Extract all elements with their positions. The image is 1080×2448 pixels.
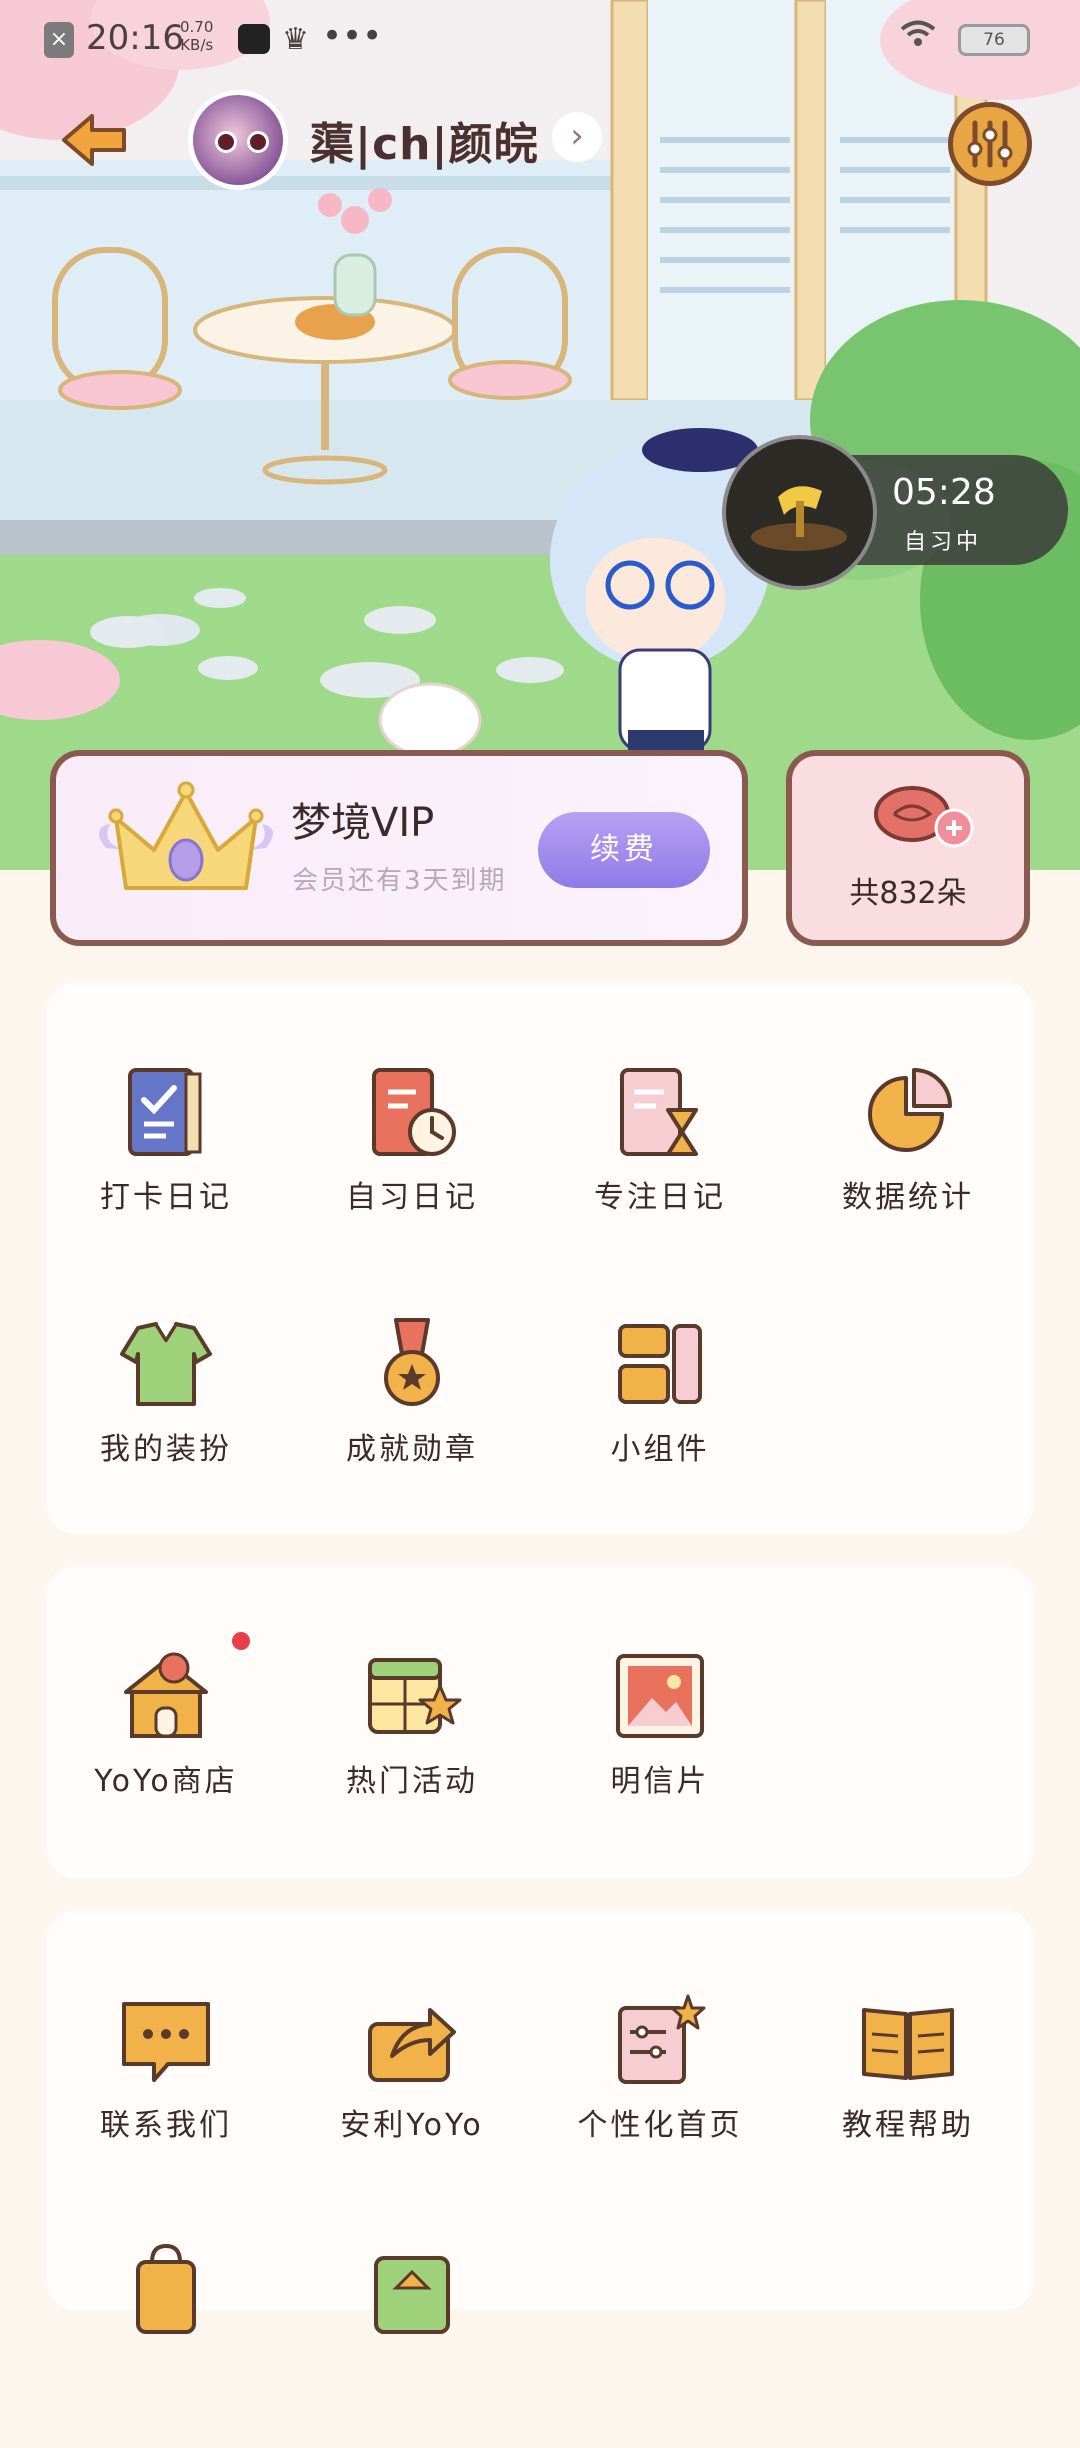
menu-item-label: 数据统计: [842, 1180, 974, 1215]
flower-add-icon: [874, 786, 974, 848]
vip-card[interactable]: 梦境VIP 会员还有3天到期 续费: [50, 750, 748, 946]
flower-count-card[interactable]: 共832朵: [786, 750, 1030, 946]
menu-item-label: 安利YoYo: [340, 2108, 484, 2143]
support-card: 联系我们 安利YoYo 个性化首页 教程帮助: [46, 1910, 1034, 2334]
medal-icon: [384, 1318, 440, 1406]
menu-item-label: 小组件: [610, 1432, 710, 1467]
shop-card: YoYo商店 热门活动 明信片: [46, 1566, 1034, 1878]
network-speed-value: 0.70: [180, 18, 214, 36]
menu-item-achievements[interactable]: 成就勋章: [312, 1304, 512, 1524]
network-speed: 0.70 KB/s: [180, 18, 213, 54]
pie-chart-icon: [868, 1068, 952, 1152]
back-arrow-icon: [62, 114, 126, 166]
shop-icon: [124, 1652, 208, 1738]
focus-timer-status: 自习中: [904, 530, 983, 555]
hourglass-book-icon: [620, 1068, 698, 1156]
crown-icon: [98, 781, 274, 890]
customize-icon: [618, 1994, 706, 2084]
clock-book-icon: [372, 1068, 456, 1156]
menu-item-recommend-yoyo[interactable]: 安利YoYo: [312, 1980, 512, 2200]
menu-item-label: 明信片: [610, 1764, 710, 1799]
menu-item-label: 打卡日记: [100, 1180, 232, 1215]
network-speed-unit: KB/s: [180, 36, 214, 54]
more-notifications-icon: •••: [322, 16, 383, 56]
menu-item-focus-diary[interactable]: 专注日记: [560, 1052, 760, 1272]
menu-item-checkin-diary[interactable]: 打卡日记: [66, 1052, 266, 1272]
widget-icon: [618, 1324, 702, 1404]
menu-item-contact-us[interactable]: 联系我们: [66, 1980, 266, 2200]
menu-item-my-outfit[interactable]: 我的装扮: [66, 1304, 266, 1524]
focus-timer-icon: [722, 435, 877, 590]
crown-icon: ♛: [282, 22, 309, 57]
menu-item-label: 我的装扮: [100, 1432, 232, 1467]
renew-button[interactable]: 续费: [538, 812, 710, 888]
vip-title: 梦境VIP: [291, 800, 435, 846]
wifi-icon: [900, 20, 936, 55]
avatar[interactable]: [188, 90, 288, 190]
home-upload-icon: [374, 2256, 450, 2334]
menu-item-widgets[interactable]: 小组件: [560, 1304, 760, 1524]
menu-item-customize-home[interactable]: 个性化首页: [560, 1980, 760, 2200]
menu-item-partial-2[interactable]: [312, 2228, 512, 2448]
menu-item-label: 专注日记: [594, 1180, 726, 1215]
chevron-right-icon[interactable]: ›: [552, 112, 602, 162]
notification-close-icon: ×: [44, 22, 74, 58]
avatar-eye-left: [215, 131, 237, 153]
new-badge-dot: [232, 1632, 250, 1650]
menu-item-statistics[interactable]: 数据统计: [808, 1052, 1008, 1272]
menu-item-partial-1[interactable]: [66, 2228, 266, 2448]
back-button[interactable]: [60, 112, 130, 168]
menu-item-label: 教程帮助: [842, 2108, 974, 2143]
menu-item-postcards[interactable]: 明信片: [560, 1636, 760, 1856]
vip-expiry-text: 会员还有3天到期: [292, 866, 507, 896]
menu-item-study-diary[interactable]: 自习日记: [312, 1052, 512, 1272]
status-bar: × 20:16 0.70 KB/s ♛ ••• 76: [0, 0, 1080, 80]
focus-timer-time: 05:28: [892, 472, 996, 513]
share-icon: [368, 2008, 456, 2082]
open-book-icon: [862, 2008, 954, 2080]
username[interactable]: 蕖|ch|颜皖: [310, 108, 539, 172]
sweater-icon: [120, 1322, 212, 1406]
battery-indicator: 76: [958, 24, 1030, 56]
flower-count: 共832朵: [849, 876, 967, 911]
menu-item-tutorial-help[interactable]: 教程帮助: [808, 1980, 1008, 2200]
menu-item-label: 自习日记: [346, 1180, 478, 1215]
calendar-star-icon: [368, 1658, 462, 1734]
menu-item-yoyo-shop[interactable]: YoYo商店: [66, 1632, 266, 1856]
postcard-icon: [616, 1654, 704, 1738]
bag-icon: [136, 2243, 196, 2334]
app-notification-icon: [238, 24, 270, 54]
menu-item-label: 个性化首页: [577, 2108, 743, 2143]
menu-item-label: 成就勋章: [346, 1432, 478, 1467]
menu-item-label: 热门活动: [346, 1764, 478, 1799]
menu-item-label: YoYo商店: [94, 1764, 238, 1799]
menu-item-hot-events[interactable]: 热门活动: [312, 1636, 512, 1856]
avatar-eye-right: [247, 131, 269, 153]
checklist-book-icon: [128, 1068, 202, 1156]
chat-bubble-icon: [122, 2002, 210, 2082]
menu-item-label: 联系我们: [100, 2108, 232, 2143]
features-card: 打卡日记 自习日记 专注日记 数据统计 我的装扮 成就勋章 小组件: [46, 982, 1034, 1534]
settings-button[interactable]: [948, 102, 1032, 186]
sliders-icon: [967, 120, 1013, 168]
profile-header: 蕖|ch|颜皖 ›: [0, 90, 1080, 190]
status-time: 20:16: [86, 18, 184, 58]
